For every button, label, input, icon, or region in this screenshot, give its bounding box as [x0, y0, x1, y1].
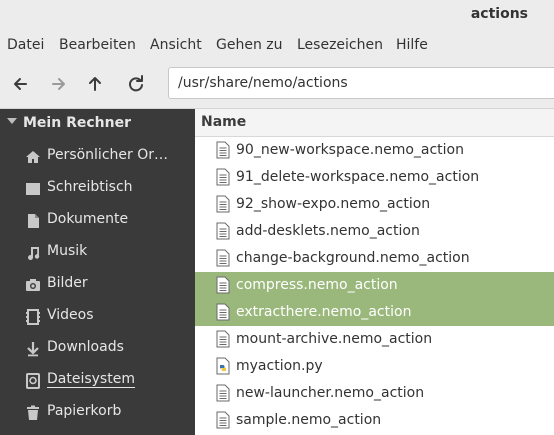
camera-icon: [24, 276, 42, 294]
file-name: change-background.nemo_action: [236, 250, 470, 266]
sidebar-item-label: Downloads: [47, 339, 124, 355]
file-row[interactable]: mount-archive.nemo_action: [195, 326, 554, 353]
reload-icon: [129, 75, 143, 92]
sidebar-item-label: Schreibtisch: [47, 179, 133, 195]
file-row[interactable]: 92_show-expo.nemo_action: [195, 191, 554, 218]
back-button[interactable]: [9, 72, 33, 96]
desktop-icon: [24, 180, 42, 198]
sidebar-item-videos[interactable]: Videos: [0, 302, 195, 330]
menu-lesezeichen[interactable]: Lesezeichen: [297, 37, 383, 53]
collapse-triangle-icon: [7, 118, 17, 124]
file-name: mount-archive.nemo_action: [236, 331, 433, 347]
text-file-icon: [216, 195, 230, 213]
sidebar-item-label: Videos: [47, 307, 94, 323]
file-name: 92_show-expo.nemo_action: [236, 196, 431, 212]
arrow-left-icon: [14, 78, 27, 90]
title-bar: actions: [0, 0, 554, 30]
up-button[interactable]: [83, 72, 107, 96]
file-row[interactable]: add-desklets.nemo_action: [195, 218, 554, 245]
text-file-icon: [216, 330, 230, 348]
text-file-icon: [216, 303, 230, 321]
text-file-icon: [216, 384, 230, 402]
file-list: Name 90_new-workspace.nemo_action 91_dele…: [195, 109, 554, 435]
home-icon: [24, 148, 42, 166]
toolbar: /usr/share/nemo/actions: [0, 60, 554, 109]
sidebar-item-pictures[interactable]: Bilder: [0, 270, 195, 298]
column-header-label: Name: [201, 114, 247, 130]
file-name: new-launcher.nemo_action: [236, 385, 425, 401]
text-file-icon: [216, 141, 230, 159]
menu-datei[interactable]: Datei: [7, 37, 44, 53]
file-row[interactable]: sample.nemo_action: [195, 407, 554, 434]
file-name: extracthere.nemo_action: [236, 304, 412, 320]
file-row[interactable]: extracthere.nemo_action: [195, 299, 554, 326]
file-name: 90_new-workspace.nemo_action: [236, 142, 464, 158]
python-file-icon: [216, 357, 230, 375]
text-file-icon: [216, 222, 230, 240]
sidebar-item-label: Papierkorb: [47, 403, 122, 419]
forward-button[interactable]: [46, 72, 70, 96]
text-file-icon: [216, 276, 230, 294]
file-row[interactable]: 90_new-workspace.nemo_action: [195, 137, 554, 164]
download-icon: [24, 340, 42, 358]
menu-gehen-zu[interactable]: Gehen zu: [216, 37, 283, 53]
drive-icon: [24, 372, 42, 390]
file-row[interactable]: new-launcher.nemo_action: [195, 380, 554, 407]
text-file-icon: [216, 411, 230, 429]
sidebar-item-label: Dokumente: [47, 211, 129, 227]
column-header-name[interactable]: Name: [195, 109, 554, 137]
sidebar-item-label: Musik: [47, 243, 88, 259]
sidebar-item-trash[interactable]: Papierkorb: [0, 398, 195, 426]
file-row[interactable]: myaction.py: [195, 353, 554, 380]
menu-hilfe[interactable]: Hilfe: [396, 37, 428, 53]
location-bar[interactable]: /usr/share/nemo/actions: [168, 67, 554, 99]
sidebar: Mein Rechner Persönlicher Or… Schreibtis…: [0, 109, 195, 435]
text-file-icon: [216, 168, 230, 186]
menu-bearbeiten[interactable]: Bearbeiten: [59, 37, 136, 53]
file-name: add-desklets.nemo_action: [236, 223, 420, 239]
sidebar-item-home[interactable]: Persönlicher Or…: [0, 142, 195, 170]
sidebar-header-label: Mein Rechner: [23, 115, 131, 131]
sidebar-item-label: Bilder: [47, 275, 88, 291]
file-name: sample.nemo_action: [236, 412, 382, 428]
window-title: actions: [470, 6, 528, 22]
text-file-icon: [216, 249, 230, 267]
file-name: myaction.py: [236, 358, 323, 374]
menu-bar: Datei Bearbeiten Ansicht Gehen zu Leseze…: [0, 30, 554, 60]
sidebar-item-desktop[interactable]: Schreibtisch: [0, 174, 195, 202]
trash-icon: [24, 404, 42, 422]
sidebar-section-header[interactable]: Mein Rechner: [0, 113, 195, 135]
sidebar-item-label: Dateisystem: [47, 371, 135, 388]
file-row[interactable]: compress.nemo_action: [195, 272, 554, 299]
arrow-up-icon: [89, 77, 101, 91]
reload-button[interactable]: [124, 72, 148, 96]
film-icon: [24, 308, 42, 326]
file-row[interactable]: change-background.nemo_action: [195, 245, 554, 272]
sidebar-item-filesystem[interactable]: Dateisystem: [0, 366, 195, 394]
sidebar-item-downloads[interactable]: Downloads: [0, 334, 195, 362]
sidebar-item-music[interactable]: Musik: [0, 238, 195, 266]
arrow-right-icon: [52, 78, 65, 90]
sidebar-item-documents[interactable]: Dokumente: [0, 206, 195, 234]
document-icon: [24, 212, 42, 230]
file-name: compress.nemo_action: [236, 277, 398, 293]
music-icon: [24, 244, 42, 262]
file-row[interactable]: 91_delete-workspace.nemo_action: [195, 164, 554, 191]
menu-ansicht[interactable]: Ansicht: [150, 37, 202, 53]
file-name: 91_delete-workspace.nemo_action: [236, 169, 480, 185]
sidebar-item-label: Persönlicher Or…: [47, 147, 168, 163]
